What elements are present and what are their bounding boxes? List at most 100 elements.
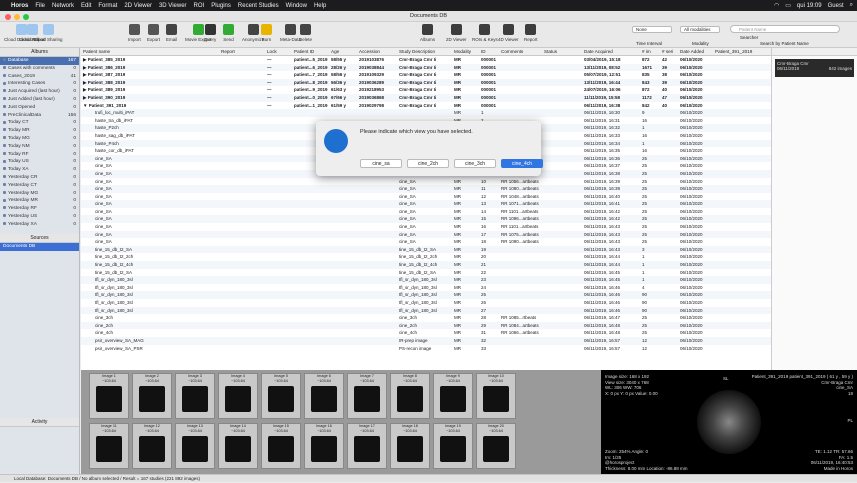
menu-help[interactable]: Help <box>314 3 326 9</box>
table-row[interactable]: cine_SA cine_SA MR 15 RR 1096...artbeats 06/1… <box>81 215 851 224</box>
album-item[interactable]: Interesting Cases 0 <box>0 80 79 88</box>
column-header[interactable]: ID <box>479 48 499 55</box>
table-row[interactable]: ▼ Patient_391_2019 — patient...1_2019 61/59… <box>81 102 851 110</box>
column-header[interactable]: Modality <box>452 48 479 55</box>
album-item[interactable]: Just Added (last hour) 0 <box>0 96 79 104</box>
table-row[interactable]: tfl_sr_dyn_180_3sl tfl_sr_dyn_180_3sl MR 25… <box>81 291 851 299</box>
image-viewer[interactable]: Image size: 168 x 192 View size: 3040 x 7… <box>601 370 857 474</box>
wifi-icon[interactable]: ◠ <box>774 2 779 9</box>
thumbnail[interactable]: Image 20 ~103.64 <box>476 423 516 469</box>
thumbnail[interactable]: Image 16 ~103.64 <box>304 423 344 469</box>
table-row[interactable]: tine_15_db_t2_4ch tine_15_db_t2_4ch MR 21 06… <box>81 261 851 269</box>
column-header[interactable]: Date Added <box>678 48 713 55</box>
thumbnail[interactable]: Image 19 ~103.64 <box>433 423 473 469</box>
thumbnail[interactable]: Image 9 ~103.64 <box>433 373 473 419</box>
table-row[interactable]: tine_15_db_t2_2ch tine_15_db_t2_2ch MR 20 06… <box>81 253 851 261</box>
toolbar-4d-viewer-button[interactable]: 4D Viewer <box>498 24 519 42</box>
column-header[interactable]: Date Acquired <box>582 48 640 55</box>
album-item[interactable]: Today US 0 <box>0 158 79 166</box>
menu-edit[interactable]: Edit <box>81 3 91 9</box>
thumbnail[interactable]: Image 5 ~103.64 <box>261 373 301 419</box>
table-row[interactable]: cine_SA cine_SA MR 10 RR 1056...artbeats 06/1… <box>81 178 851 186</box>
table-row[interactable]: cine_SA cine_SA MR 13 RR 1071...artbeats 06/1… <box>81 200 851 208</box>
clock[interactable]: qui 19:09 <box>797 3 822 9</box>
album-item[interactable]: Database 167 <box>0 57 79 65</box>
table-row[interactable]: cine_SA cine_SA MR 18 RR 1090...artbeats 06/1… <box>81 238 851 246</box>
album-item[interactable]: Today NM 0 <box>0 143 79 151</box>
toolbar-burn-button[interactable]: Burn <box>261 24 272 42</box>
column-header[interactable]: Patient ID <box>292 48 329 55</box>
thumbnail[interactable]: Image 10 ~103.64 <box>476 373 516 419</box>
user-menu[interactable]: Guest <box>828 3 844 9</box>
toolbar-query-button[interactable]: Query <box>204 24 216 42</box>
toolbar-albums-button[interactable]: Albums <box>420 24 435 42</box>
album-item[interactable]: Today XA 0 <box>0 166 79 174</box>
album-item[interactable]: Yesterday CT 0 <box>0 182 79 190</box>
thumbnail[interactable]: Image 11 ~103.64 <box>89 423 129 469</box>
album-item[interactable]: Just Acquired (last hour) 0 <box>0 88 79 96</box>
album-item[interactable]: PreClinicalData 156 <box>0 112 79 120</box>
menu-plugins[interactable]: Plugins <box>211 3 231 9</box>
cine-sa-button[interactable]: cine_sa <box>360 159 402 168</box>
toolbar-cloud-sharing-button[interactable]: Cloud Sharing <box>34 24 63 42</box>
toolbar-email-button[interactable]: Email <box>166 24 177 42</box>
table-row[interactable]: ▶ Patient_386_2019 — patient...6_2019 28/26… <box>81 63 851 72</box>
menu-3d-viewer[interactable]: 3D Viewer <box>159 3 187 9</box>
menu-window[interactable]: Window <box>286 3 307 9</box>
table-row[interactable]: cine_3ch cine_3ch MR 28 RR 1085...rtbeats 06/… <box>81 314 851 322</box>
menu-format[interactable]: Format <box>98 3 117 9</box>
column-header[interactable]: Lock <box>265 48 292 55</box>
menu-recent-studies[interactable]: Recent Studies <box>238 3 279 9</box>
toolbar-meta-data-button[interactable]: Meta-Data <box>280 24 301 42</box>
album-item[interactable]: Just Opened 0 <box>0 104 79 112</box>
album-item[interactable]: Yesterday MR 0 <box>0 197 79 205</box>
toolbar-rois-keys-button[interactable]: ROIs & Keys <box>472 24 498 42</box>
thumbnail[interactable]: Image 18 ~103.64 <box>390 423 430 469</box>
album-item[interactable]: Yesterday MG 0 <box>0 190 79 198</box>
thumbnail[interactable]: Image 4 ~103.64 <box>218 373 258 419</box>
table-row[interactable]: tfl_sr_dyn_180_3sl tfl_sr_dyn_180_3sl MR 26… <box>81 299 851 307</box>
close-window-button[interactable] <box>5 14 11 20</box>
thumbnail[interactable]: Image 14 ~103.64 <box>218 423 258 469</box>
menu-roi[interactable]: ROI <box>194 3 205 9</box>
thumbnail[interactable]: Image 15 ~103.64 <box>261 423 301 469</box>
column-header[interactable]: Age <box>329 48 357 55</box>
thumbnail[interactable]: Image 12 ~103.64 <box>132 423 172 469</box>
table-row[interactable]: cine_SA cine_SA MR 14 RR 1101...artbeats 06/1… <box>81 208 851 216</box>
album-item[interactable]: Cases with comments 0 <box>0 65 79 73</box>
thumbnail[interactable]: Image 8 ~103.64 <box>390 373 430 419</box>
table-row[interactable]: cine_SA cine_SA MR 12 RR 1048...artbeats 06/1… <box>81 193 851 201</box>
column-header[interactable]: # seri <box>660 48 678 55</box>
cardiac-image[interactable] <box>697 390 761 454</box>
column-header[interactable]: Report <box>219 48 265 55</box>
table-row[interactable]: tine_15_db_t2_SA tine_15_db_t2_SA MR 19 06/1… <box>81 245 851 254</box>
cine-4ch-button[interactable]: cine_4ch <box>501 159 543 168</box>
table-row[interactable]: ▶ Patient_389_2019 — patient...9_2019 61/63… <box>81 86 851 94</box>
album-item[interactable]: Yesterday CR 0 <box>0 174 79 182</box>
thumbnail[interactable]: Image 3 ~103.64 <box>175 373 215 419</box>
album-item[interactable]: Cases_2019 41 <box>0 73 79 81</box>
toolbar-export-button[interactable]: Export <box>147 24 160 42</box>
thumbnail[interactable]: Image 13 ~103.64 <box>175 423 215 469</box>
thumbnail[interactable]: Image 2 ~103.64 <box>132 373 172 419</box>
table-row[interactable]: tfl_sr_dyn_180_3sl tfl_sr_dyn_180_3sl MR 27… <box>81 306 851 315</box>
app-menu[interactable]: Horos <box>11 3 28 9</box>
table-row[interactable]: ▶ Patient_387_2019 — patient...7_2019 58/56… <box>81 71 851 79</box>
toolbar-import-button[interactable]: Import <box>128 24 141 42</box>
column-header[interactable]: Status <box>542 48 582 55</box>
table-row[interactable]: tfl_sr_dyn_180_3sl tfl_sr_dyn_180_3sl MR 24… <box>81 284 851 292</box>
menu-2d-viewer[interactable]: 2D Viewer <box>124 3 152 9</box>
table-row[interactable]: ▶ Patient_390_2019 — patient...0_2019 67/66… <box>81 93 851 102</box>
album-item[interactable]: Today CT 0 <box>0 119 79 127</box>
table-row[interactable]: ▶ Patient_388_2019 — patient...8_2019 56/36… <box>81 78 851 87</box>
spotlight-icon[interactable]: ⌕ <box>850 2 853 9</box>
column-header[interactable]: # im <box>640 48 660 55</box>
table-row[interactable]: cine_2ch cine_2ch MR 29 RR 1084...artbeats 06… <box>81 321 851 330</box>
album-item[interactable]: Today MR 0 <box>0 127 79 135</box>
cine-2ch-button[interactable]: cine_2ch <box>407 159 449 168</box>
table-row[interactable]: cine_SA cine_SA MR 17 RR 1075...artbeats 06/1… <box>81 230 851 239</box>
table-row[interactable]: cine_SA cine_SA MR 11 RR 1080...artbeats 06/1… <box>81 185 851 193</box>
album-item[interactable]: Today MG 0 <box>0 135 79 143</box>
table-row[interactable]: tfl_sr_dyn_180_3sl tfl_sr_dyn_180_3sl MR 23… <box>81 276 851 284</box>
album-item[interactable]: Yesterday XA 0 <box>0 221 79 229</box>
